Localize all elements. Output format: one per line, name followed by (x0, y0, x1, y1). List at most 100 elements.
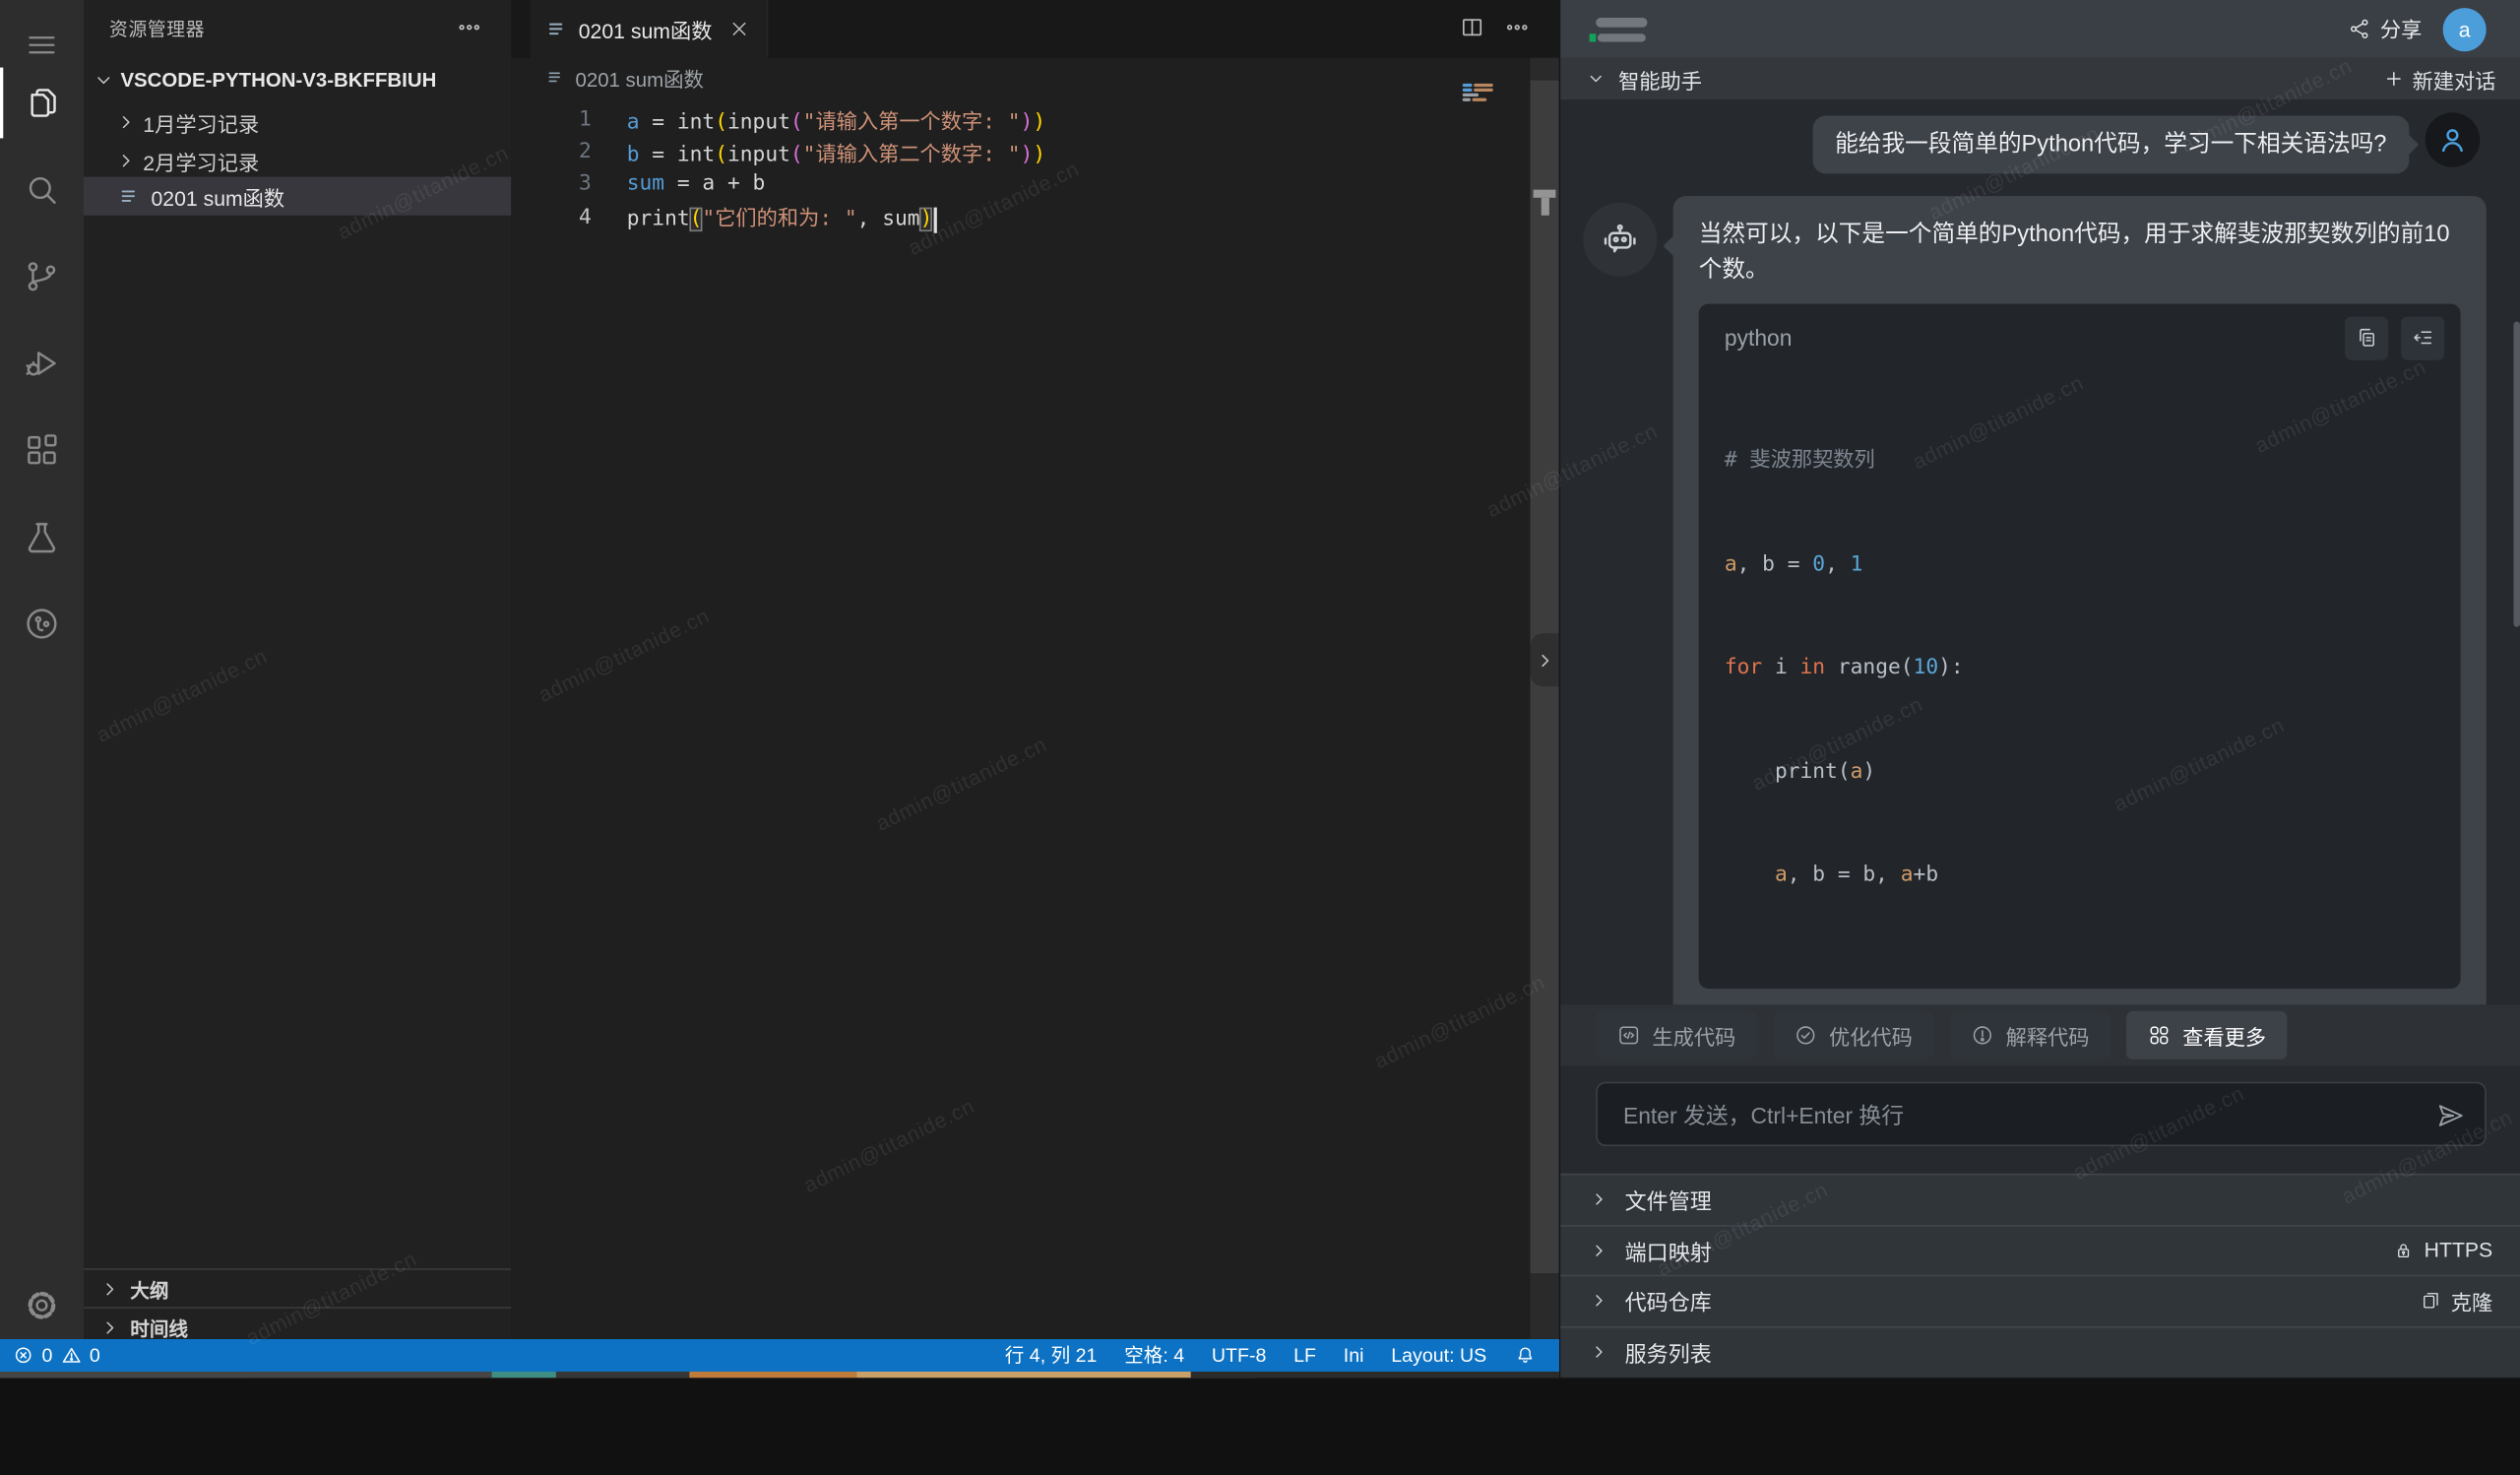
encoding[interactable]: UTF-8 (1212, 1343, 1267, 1366)
code-language-label: python (1725, 320, 1793, 355)
section-port-mapping[interactable]: 端口映射 HTTPS (1560, 1224, 2520, 1274)
explorer-sidebar: 资源管理器 VSCODE-PYTHON-V3-BKFFBIUH 1月学习记录 2… (84, 0, 511, 1339)
root-folder-label: VSCODE-PYTHON-V3-BKFFBIUH (120, 69, 436, 92)
insert-icon (2411, 326, 2434, 350)
errors-count: 0 (41, 1343, 52, 1366)
file-item-sum[interactable]: 0201 sum函数 (84, 177, 511, 216)
generate-code-button[interactable]: 生成代码 (1596, 1011, 1756, 1059)
chevron-right-icon (99, 1317, 120, 1338)
code-block: python # 斐波那契数列 a, b = 0, 1 for i in ran… (1699, 304, 2461, 989)
code-line: a = int(input("请输入第一个数字: ")) (627, 104, 1045, 135)
clone-icon (2421, 1291, 2441, 1312)
bell-icon[interactable] (1514, 1343, 1537, 1366)
user-message-bubble: 能给我一段简单的Python代码，学习一下相关语法吗? (1812, 116, 2409, 174)
breadcrumb-label: 0201 sum函数 (575, 62, 703, 93)
warnings-count: 0 (90, 1343, 100, 1366)
tab-label: 0201 sum函数 (579, 14, 713, 44)
share-icon (2348, 17, 2370, 39)
insert-code-button[interactable] (2401, 316, 2444, 359)
file-icon (119, 185, 142, 208)
check-circle-icon (1794, 1023, 1817, 1047)
person-icon (2436, 124, 2469, 157)
scroll-marker (1534, 190, 1556, 198)
section-file-management[interactable]: 文件管理 (1560, 1174, 2520, 1224)
bubble-tail (1664, 234, 1686, 257)
code-line: print("它们的和为: ", sum) (627, 202, 938, 233)
breadcrumb[interactable]: 0201 sum函数 (511, 58, 1558, 96)
bubble-tail (2396, 133, 2419, 156)
line-number: 3 (511, 172, 592, 196)
copy-code-button[interactable] (2345, 316, 2388, 359)
code-block-body: # 斐波那契数列 a, b = 0, 1 for i in range(10):… (1699, 371, 2461, 988)
status-bar: 0 0 行 4, 列 21 空格: 4 UTF-8 LF Ini Layout:… (0, 1339, 1559, 1371)
cursor-position[interactable]: 行 4, 列 21 (1005, 1341, 1098, 1369)
code-line: a, b = b, a+b (1725, 859, 2435, 893)
optimize-code-button[interactable]: 优化代码 (1773, 1011, 1933, 1059)
explorer-root-folder[interactable]: VSCODE-PYTHON-V3-BKFFBIUH (84, 61, 511, 99)
problems-status[interactable]: 0 0 (13, 1343, 100, 1366)
lock-icon (2394, 1240, 2415, 1260)
code-line: for i in range(10): (1725, 651, 2435, 685)
code-line: b = int(input("请输入第二个数字: ")) (627, 137, 1045, 167)
code-line: sum = a + b (627, 172, 766, 196)
chat-input-box (1596, 1082, 2486, 1146)
assistant-panel: 分享 a 智能助手 新建对话 能给我一段简单的Python代码，学习一下相关语法… (1559, 0, 2520, 1377)
eol-sequence[interactable]: LF (1293, 1343, 1316, 1366)
view-more-button[interactable]: 查看更多 (2126, 1011, 2287, 1059)
more-actions-icon[interactable] (1504, 15, 1530, 40)
send-icon[interactable] (2436, 1101, 2465, 1129)
language-mode[interactable]: Ini (1344, 1343, 1364, 1366)
editor-toolbar (1459, 15, 1530, 40)
warnings-icon (61, 1344, 82, 1365)
close-icon[interactable] (728, 18, 751, 40)
assistant-title: 智能助手 (1618, 63, 1702, 94)
section-code-repo[interactable]: 代码仓库 克隆 (1560, 1275, 2520, 1325)
remote-run-icon[interactable] (0, 589, 84, 660)
chevron-down-icon[interactable] (1586, 69, 1606, 89)
line-number: 4 (511, 205, 592, 228)
robot-icon (1601, 221, 1639, 259)
alert-circle-icon (1971, 1023, 1994, 1047)
indentation[interactable]: 空格: 4 (1124, 1341, 1184, 1369)
panel-scrollbar-thumb[interactable] (2513, 322, 2520, 627)
scroll-marker (1541, 198, 1548, 216)
assistant-header: 智能助手 新建对话 (1560, 58, 2520, 101)
chat-input[interactable] (1620, 1083, 2415, 1147)
chevron-down-icon (94, 70, 114, 91)
panel-expand-chevron[interactable] (1530, 633, 1558, 686)
code-block-header: python (1699, 304, 2461, 372)
app-window: 资源管理器 VSCODE-PYTHON-V3-BKFFBIUH 1月学习记录 2… (0, 0, 2520, 1377)
taskbar-sliver (0, 1371, 1559, 1378)
section-service-list[interactable]: 服务列表 (1560, 1325, 2520, 1376)
explorer-more-icon[interactable] (457, 15, 482, 40)
panel-top-bar: 分享 a (1560, 0, 2520, 59)
https-badge[interactable]: HTTPS (2394, 1239, 2493, 1262)
assistant-intro-text: 当然可以，以下是一个简单的Python代码，用于求解斐波那契数列的前10个数。 (1699, 217, 2461, 288)
file-icon (546, 68, 566, 88)
folder-label: 1月学习记录 (143, 107, 259, 138)
errors-icon (13, 1344, 33, 1365)
line-number: 1 (511, 107, 592, 131)
code-icon (1616, 1023, 1640, 1047)
keyboard-layout[interactable]: Layout: US (1391, 1343, 1486, 1366)
folder-item-feb[interactable]: 2月学习记录 (84, 142, 511, 180)
user-avatar[interactable]: a (2443, 7, 2487, 50)
plus-icon (2383, 68, 2404, 89)
folder-item-jan[interactable]: 1月学习记录 (84, 102, 511, 141)
file-label: 0201 sum函数 (151, 181, 284, 212)
tab-sum-file[interactable]: 0201 sum函数 (531, 0, 769, 58)
folder-label: 2月学习记录 (143, 146, 259, 176)
new-chat-button[interactable]: 新建对话 (2383, 58, 2495, 99)
new-chat-label: 新建对话 (2413, 63, 2496, 94)
split-editor-icon[interactable] (1459, 15, 1484, 40)
outline-label: 大纲 (130, 1276, 168, 1304)
explain-code-button[interactable]: 解释代码 (1949, 1011, 2110, 1059)
chat-area: 能给我一段简单的Python代码，学习一下相关语法吗? 当然可以，以下是一个简单… (1560, 99, 2520, 1004)
code-line: print(a) (1725, 755, 2435, 790)
clone-button[interactable]: 克隆 (2421, 1286, 2492, 1316)
editor-group: 0201 sum函数 0201 sum函数 1 a = int(input("请输… (511, 0, 1558, 1339)
code-line: # 斐波那契数列 (1725, 444, 2435, 479)
minimap[interactable] (1463, 84, 1508, 106)
timeline-label: 时间线 (130, 1315, 188, 1342)
outline-section[interactable]: 大纲 (84, 1268, 511, 1309)
